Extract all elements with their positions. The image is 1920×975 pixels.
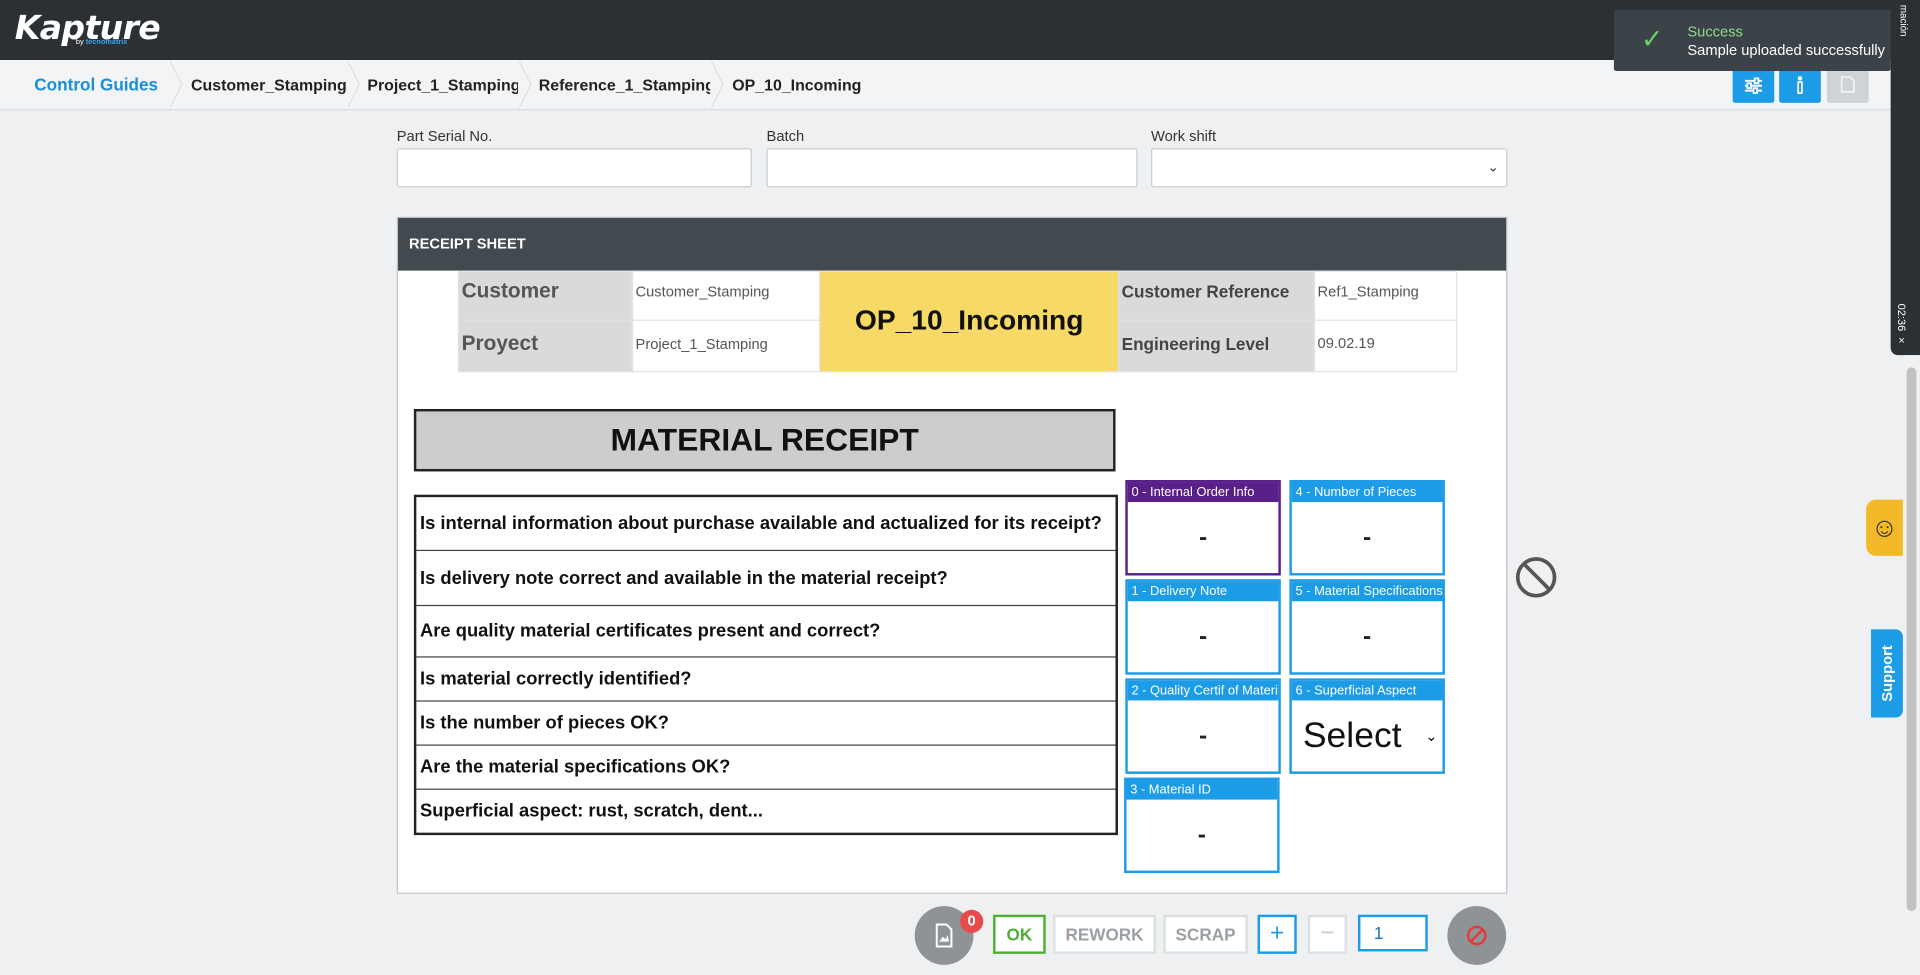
sheet-title: RECEIPT SHEET (397, 217, 1507, 271)
check-box-value[interactable]: - (1128, 502, 1279, 573)
project-value: Project_1_Stamping (631, 319, 821, 373)
serial-label: Part Serial No. (396, 127, 493, 145)
batch-input[interactable] (766, 148, 1138, 188)
info-button[interactable] (1779, 68, 1821, 103)
image-document-icon (935, 923, 953, 948)
check-box-material-specs[interactable]: 5 - Material Specifications - (1289, 579, 1445, 675)
question-row: Is the number of pieces OK? (416, 702, 1116, 746)
sheet-info-table: Customer Customer_Stamping Proyect Proje… (457, 270, 1458, 373)
logo-brand-text: tecnomatrix (85, 39, 128, 47)
check-box-value[interactable]: - (1128, 601, 1279, 672)
customer-value: Customer_Stamping (631, 270, 821, 321)
breadcrumb-operation: OP_10_Incoming (732, 75, 862, 95)
side-rail-label[interactable]: mación (1898, 5, 1909, 37)
document-icon (1840, 76, 1855, 93)
customer-reference-value: Ref1_Stamping (1313, 270, 1458, 321)
no-entry-icon (1466, 925, 1487, 946)
check-box-value[interactable]: - (1292, 601, 1443, 672)
breadcrumb-project[interactable]: Project_1_Stamping (348, 60, 520, 110)
cancel-round-button[interactable] (1447, 906, 1507, 965)
superficial-aspect-select[interactable]: Select ⌄ (1292, 700, 1443, 771)
check-box-number-of-pieces[interactable]: 4 - Number of Pieces - (1289, 480, 1445, 576)
engineering-level-label: Engineering Level (1117, 319, 1316, 373)
check-box-value[interactable]: - (1292, 502, 1443, 573)
chevron-down-icon: ⌄ (1487, 160, 1499, 176)
customer-label: Customer (457, 270, 634, 321)
settings-button[interactable] (1732, 68, 1775, 103)
check-box-superficial-aspect[interactable]: 6 - Superficial Aspect Select ⌄ (1289, 678, 1445, 774)
feedback-smiley-icon[interactable]: ☺ (1866, 499, 1903, 556)
check-box-delivery-note[interactable]: 1 - Delivery Note - (1125, 579, 1281, 675)
questions-table: Is internal information about purchase a… (413, 494, 1118, 836)
select-value: Select (1302, 716, 1402, 756)
success-toast[interactable]: ✓ Success Sample uploaded successfully (1613, 9, 1891, 72)
check-box-internal-order[interactable]: 0 - Internal Order Info - (1125, 480, 1281, 576)
project-label: Proyect (457, 319, 634, 373)
logo-by-text: by (75, 39, 84, 47)
question-row: Superficial aspect: rust, scratch, dent.… (420, 800, 763, 822)
check-box-label: 0 - Internal Order Info (1127, 482, 1279, 503)
batch-label: Batch (766, 127, 805, 145)
work-shift-label: Work shift (1151, 127, 1217, 145)
question-row: Is material correctly identified? (416, 658, 1116, 702)
engineering-level-value: 09.02.19 (1313, 319, 1458, 373)
receipt-sheet: RECEIPT SHEET Customer Customer_Stamping… (396, 216, 1508, 894)
breadcrumb-customer[interactable]: Customer_Stamping (171, 60, 347, 110)
toast-message: Sample uploaded successfully (1687, 41, 1886, 59)
support-tab[interactable]: Support (1871, 629, 1903, 718)
rework-button[interactable]: REWORK (1053, 914, 1156, 954)
check-box-value[interactable]: - (1128, 700, 1279, 771)
check-box-label: 6 - Superficial Aspect (1291, 680, 1443, 701)
scrap-button[interactable]: SCRAP (1163, 914, 1248, 954)
operation-name: OP_10_Incoming (819, 270, 1120, 373)
session-timer[interactable]: 02:36 × (1896, 304, 1908, 347)
work-shift-select[interactable]: ⌄ (1151, 148, 1508, 188)
check-box-label: 1 - Delivery Note (1127, 581, 1279, 602)
decrement-button[interactable]: − (1307, 914, 1347, 954)
sliders-icon (1744, 77, 1763, 94)
check-box-quality-certif[interactable]: 2 - Quality Certif of Materia - (1125, 678, 1281, 774)
check-box-label: 3 - Material ID (1126, 780, 1278, 800)
attachment-count-badge: 0 (960, 909, 984, 934)
question-row: Are the material specifications OK? (416, 746, 1116, 790)
check-box-label: 5 - Material Specifications (1291, 581, 1443, 602)
ok-button[interactable]: OK (993, 914, 1046, 954)
check-icon: ✓ (1640, 23, 1664, 54)
check-box-label: 4 - Number of Pieces (1291, 482, 1443, 503)
increment-button[interactable]: + (1257, 914, 1297, 954)
block-icon[interactable] (1515, 557, 1557, 598)
check-box-value[interactable]: - (1127, 800, 1278, 871)
serial-input[interactable] (396, 148, 752, 188)
chevron-down-icon: ⌄ (1425, 727, 1438, 745)
check-box-material-id[interactable]: 3 - Material ID - (1124, 777, 1280, 874)
question-row: Is delivery note correct and available i… (416, 551, 1116, 607)
check-box-label: 2 - Quality Certif of Materia (1127, 680, 1279, 701)
side-rail (1890, 0, 1920, 356)
timer-value: 02:36 (1895, 303, 1908, 332)
scrollbar-thumb[interactable] (1906, 367, 1917, 912)
toast-title: Success (1687, 23, 1743, 41)
customer-reference-label: Customer Reference (1117, 270, 1316, 321)
info-icon (1797, 76, 1803, 94)
logo-byline: by tecnomatrix (76, 39, 127, 46)
question-row: Are quality material certificates presen… (416, 606, 1116, 658)
quantity-input[interactable]: 1 (1357, 914, 1428, 952)
question-row: Is internal information about purchase a… (416, 497, 1116, 552)
close-icon[interactable]: × (1896, 334, 1908, 346)
material-receipt-title: MATERIAL RECEIPT (413, 408, 1116, 472)
breadcrumb-control-guides[interactable]: Control Guides (15, 60, 158, 110)
breadcrumb-reference[interactable]: Reference_1_Stamping (519, 60, 715, 110)
document-button[interactable] (1826, 68, 1869, 103)
